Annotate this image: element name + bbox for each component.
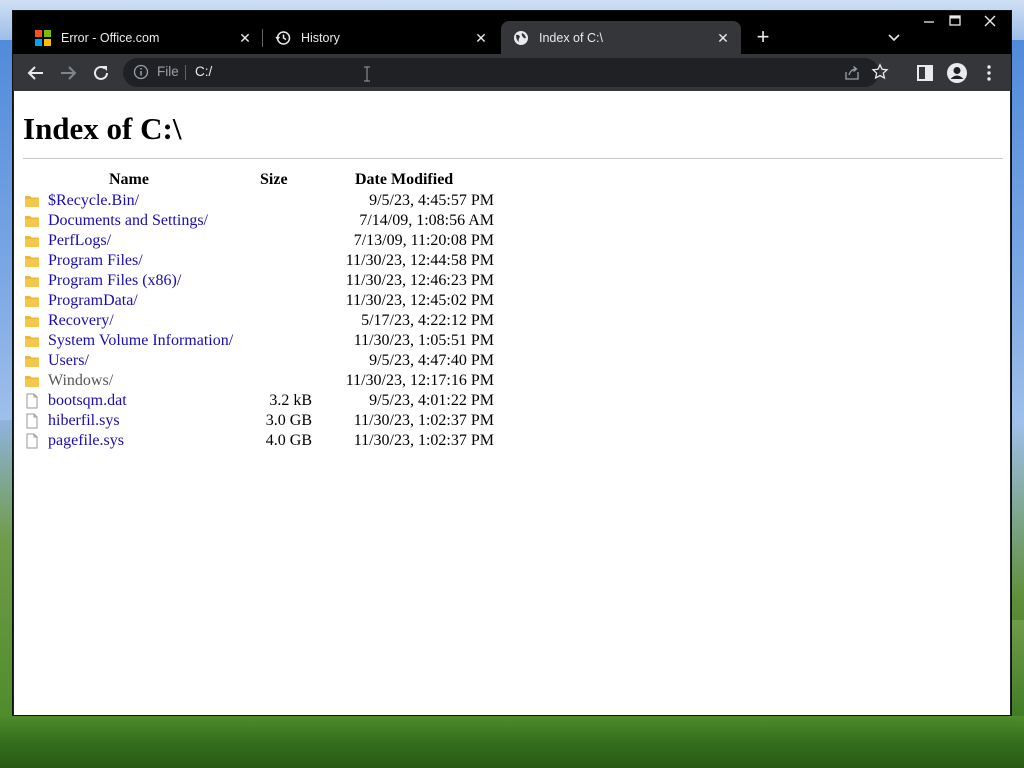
column-header-size[interactable]: Size bbox=[260, 171, 288, 189]
tab-title: Index of C:\ bbox=[539, 30, 603, 45]
date-modified: 11/30/23, 1:02:37 PM bbox=[353, 432, 494, 449]
table-row[interactable]: Recovery/5/17/23, 4:22:12 PM bbox=[14, 311, 514, 331]
table-row[interactable]: $Recycle.Bin/9/5/23, 4:45:57 PM bbox=[14, 191, 514, 211]
file-size: 4.0 GB bbox=[265, 432, 312, 449]
tab-office-error[interactable]: Error - Office.com ✕ bbox=[23, 21, 263, 54]
tab-divider bbox=[262, 29, 263, 47]
info-icon[interactable] bbox=[133, 64, 149, 80]
close-tab-icon[interactable]: ✕ bbox=[473, 30, 489, 46]
page-content: Index of C:\ Name Size Date Modified $Re… bbox=[14, 91, 1010, 715]
file-link[interactable]: Program Files/ bbox=[48, 252, 143, 270]
table-row[interactable]: Program Files (x86)/ 11/30/23, 12:46:23 P… bbox=[14, 271, 514, 291]
bookmark-star-icon[interactable] bbox=[871, 63, 889, 81]
tab-strip: Error - Office.com ✕ History ✕ Index of … bbox=[13, 11, 1011, 54]
folder-icon bbox=[24, 353, 40, 369]
file-link[interactable]: pagefile.sys bbox=[48, 432, 124, 450]
desktop-grass bbox=[0, 716, 1024, 768]
close-window-icon[interactable] bbox=[977, 11, 1003, 31]
file-link[interactable]: Users/ bbox=[48, 352, 89, 370]
desktop-background-left bbox=[0, 420, 12, 720]
history-icon bbox=[275, 30, 291, 45]
column-header-name[interactable]: Name bbox=[109, 171, 149, 189]
tab-index-of-c[interactable]: Index of C:\ ✕ bbox=[501, 21, 741, 54]
divider bbox=[23, 158, 1003, 159]
file-link[interactable]: $Recycle.Bin/ bbox=[48, 192, 139, 210]
tab-title: History bbox=[301, 30, 340, 45]
text-cursor-icon bbox=[364, 66, 370, 82]
omnibox-divider bbox=[185, 65, 186, 80]
close-tab-icon[interactable]: ✕ bbox=[715, 30, 731, 46]
toolbar: File C:/ bbox=[13, 54, 1011, 91]
file-link[interactable]: Program Files (x86)/ bbox=[48, 272, 181, 290]
folder-icon bbox=[24, 233, 40, 249]
chevron-down-icon[interactable] bbox=[883, 29, 905, 47]
date-modified: 11/30/23, 1:02:37 PM bbox=[353, 412, 494, 429]
file-link[interactable]: ProgramData/ bbox=[48, 292, 138, 310]
tab-title: Error - Office.com bbox=[61, 30, 160, 45]
table-row[interactable]: System Volume Information/11/30/23, 1:05… bbox=[14, 331, 514, 351]
date-modified: 7/13/09, 11:20:08 PM bbox=[353, 232, 494, 249]
file-size: 3.0 GB bbox=[265, 412, 312, 429]
folder-icon bbox=[24, 373, 40, 389]
table-row[interactable]: Documents and Settings/7/14/09, 1:08:56 … bbox=[14, 211, 514, 231]
table-row[interactable]: Windows/11/30/23, 12:17:16 PM bbox=[14, 371, 514, 391]
maximize-icon[interactable] bbox=[943, 11, 967, 31]
minimize-icon[interactable] bbox=[917, 11, 941, 31]
forward-arrow-icon[interactable] bbox=[56, 61, 80, 85]
table-row[interactable]: Program Files/11/30/23, 12:44:58 PM bbox=[14, 251, 514, 271]
file-link[interactable]: hiberfil.sys bbox=[48, 412, 120, 430]
date-modified: 9/5/23, 4:47:40 PM bbox=[369, 352, 494, 369]
back-arrow-icon[interactable] bbox=[24, 61, 48, 85]
file-icon bbox=[24, 433, 40, 449]
date-modified: 11/30/23, 12:46:23 PM bbox=[345, 272, 494, 289]
folder-icon bbox=[24, 273, 40, 289]
file-link[interactable]: PerfLogs/ bbox=[48, 232, 111, 250]
share-icon[interactable] bbox=[843, 64, 861, 82]
table-row[interactable]: pagefile.sys 4.0 GB 11/30/23, 1:02:37 PM bbox=[14, 431, 514, 451]
file-icon bbox=[24, 393, 40, 409]
new-tab-button[interactable]: + bbox=[751, 26, 775, 49]
tab-history[interactable]: History ✕ bbox=[265, 21, 499, 54]
table-row[interactable]: hiberfil.sys 3.0 GB 11/30/23, 1:02:37 PM bbox=[14, 411, 514, 431]
date-modified: 7/14/09, 1:08:56 AM bbox=[359, 212, 494, 229]
folder-icon bbox=[24, 193, 40, 209]
date-modified: 11/30/23, 12:45:02 PM bbox=[345, 292, 494, 309]
globe-icon bbox=[514, 30, 528, 45]
date-modified: 11/30/23, 12:44:58 PM bbox=[345, 252, 494, 269]
table-row[interactable]: PerfLogs/7/13/09, 11:20:08 PM bbox=[14, 231, 514, 251]
browser-window: Error - Office.com ✕ History ✕ Index of … bbox=[12, 10, 1012, 716]
folder-icon bbox=[24, 213, 40, 229]
file-link[interactable]: Windows/ bbox=[48, 372, 113, 390]
folder-icon bbox=[24, 313, 40, 329]
security-label: File bbox=[157, 64, 179, 79]
table-row[interactable]: Users/9/5/23, 4:47:40 PM bbox=[14, 351, 514, 371]
table-row[interactable]: bootsqm.dat 3.2 kB 9/5/23, 4:01:22 PM bbox=[14, 391, 514, 411]
more-menu-icon[interactable] bbox=[977, 61, 1001, 85]
date-modified: 9/5/23, 4:45:57 PM bbox=[369, 192, 494, 209]
column-header-date[interactable]: Date Modified bbox=[355, 171, 453, 189]
date-modified: 5/17/23, 4:22:12 PM bbox=[361, 312, 494, 329]
file-icon bbox=[24, 413, 40, 429]
table-row[interactable]: ProgramData/11/30/23, 12:45:02 PM bbox=[14, 291, 514, 311]
date-modified: 9/5/23, 4:01:22 PM bbox=[369, 392, 494, 409]
folder-icon bbox=[24, 253, 40, 269]
desktop-background-right bbox=[1012, 620, 1024, 720]
file-link[interactable]: Documents and Settings/ bbox=[48, 212, 208, 230]
folder-icon bbox=[24, 293, 40, 309]
date-modified: 11/30/23, 1:05:51 PM bbox=[353, 332, 494, 349]
reload-icon[interactable] bbox=[89, 61, 113, 85]
side-panel-icon[interactable] bbox=[913, 61, 937, 85]
file-link[interactable]: System Volume Information/ bbox=[48, 332, 233, 350]
page-title: Index of C:\ bbox=[23, 111, 182, 146]
microsoft-logo-icon bbox=[35, 29, 51, 46]
close-tab-icon[interactable]: ✕ bbox=[237, 30, 253, 46]
folder-icon bbox=[24, 333, 40, 349]
file-size: 3.2 kB bbox=[269, 392, 312, 409]
profile-avatar-icon[interactable] bbox=[945, 61, 969, 85]
file-link[interactable]: bootsqm.dat bbox=[48, 392, 127, 410]
file-link[interactable]: Recovery/ bbox=[48, 312, 114, 330]
address-bar[interactable]: File C:/ bbox=[123, 58, 889, 87]
date-modified: 11/30/23, 12:17:16 PM bbox=[345, 372, 494, 389]
url-text[interactable]: C:/ bbox=[195, 64, 212, 79]
